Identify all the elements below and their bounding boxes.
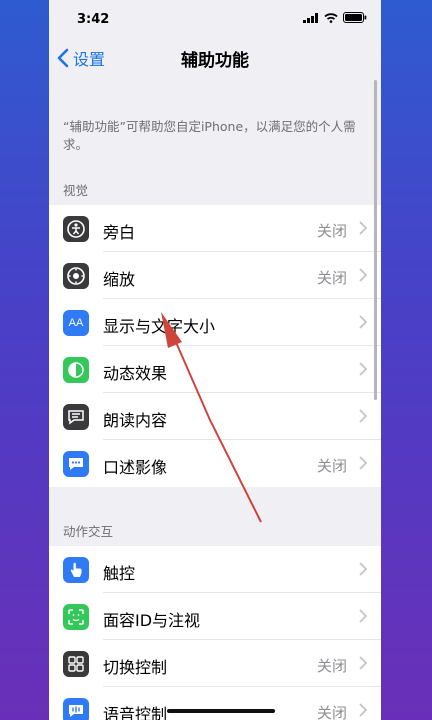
chevron-right-icon — [359, 221, 367, 235]
row-spoken-content[interactable]: 朗读内容 — [49, 393, 381, 440]
row-display-text-size[interactable]: AA 显示与文字大小 — [49, 299, 381, 346]
row-label: 触控 — [103, 564, 136, 583]
row-audio-descriptions[interactable]: 口述影像 关闭 — [49, 440, 381, 487]
spoken-content-icon — [63, 404, 89, 430]
chevron-right-icon — [359, 409, 367, 423]
chevron-right-icon — [359, 268, 367, 282]
section-header-interaction: 动作交互 — [63, 524, 114, 539]
battery-icon — [343, 12, 367, 23]
section-header-vision: 视觉 — [63, 183, 89, 198]
row-label: 口述影像 — [103, 458, 168, 477]
row-label: 朗读内容 — [103, 411, 168, 430]
row-label: 显示与文字大小 — [103, 317, 216, 336]
status-time: 3:42 — [77, 12, 110, 27]
chevron-right-icon — [359, 703, 367, 717]
face-id-icon — [63, 604, 89, 630]
voice-control-icon — [63, 698, 89, 720]
chevron-right-icon — [359, 456, 367, 470]
row-value: 关闭 — [316, 704, 347, 720]
zoom-icon — [63, 263, 89, 289]
row-touch[interactable]: 触控 — [49, 546, 381, 593]
row-label: 旁白 — [103, 223, 136, 242]
row-label: 面容ID与注视 — [103, 611, 201, 630]
home-indicator[interactable] — [167, 709, 275, 713]
row-value: 关闭 — [316, 657, 347, 675]
status-bar: 3:42 — [49, 0, 381, 38]
wifi-icon — [324, 12, 338, 23]
row-face-id-attention[interactable]: 面容ID与注视 — [49, 593, 381, 640]
motion-icon — [63, 357, 89, 383]
scrollbar[interactable] — [374, 80, 377, 400]
audio-description-icon — [63, 451, 89, 477]
touch-icon — [63, 557, 89, 583]
chevron-right-icon — [359, 562, 367, 576]
interaction-group: 触控 面容ID与注视 切换控制 关闭 语音控制 关闭 — [49, 546, 381, 720]
row-switch-control[interactable]: 切换控制 关闭 — [49, 640, 381, 687]
page-title: 辅助功能 — [181, 51, 249, 71]
row-value: 关闭 — [316, 222, 347, 240]
navigation-bar: 设置 辅助功能 — [49, 38, 381, 82]
intro-text: “辅助功能”可帮助您自定iPhone，以满足您的个人需求。 — [63, 119, 356, 152]
switch-control-icon — [63, 651, 89, 677]
vision-group: 旁白 关闭 缩放 关闭 AA 显示与文字大小 动态效果 朗读内容 口述影像 关闭 — [49, 205, 381, 487]
chevron-right-icon — [359, 362, 367, 376]
signal-icon — [303, 12, 318, 23]
row-label: 切换控制 — [103, 658, 168, 677]
row-value: 关闭 — [316, 269, 347, 287]
chevron-right-icon — [359, 656, 367, 670]
row-label: 缩放 — [103, 270, 136, 289]
row-label: 语音控制 — [103, 705, 168, 720]
row-label: 动态效果 — [103, 364, 168, 383]
chevron-right-icon — [359, 315, 367, 329]
chevron-right-icon — [359, 609, 367, 623]
status-icons — [303, 12, 367, 23]
row-voice-control[interactable]: 语音控制 关闭 — [49, 687, 381, 720]
row-value: 关闭 — [316, 457, 347, 475]
row-voiceover[interactable]: 旁白 关闭 — [49, 205, 381, 252]
settings-screen: 3:42 设置 辅助功能 “辅助功能”可帮助您自定iPhone，以满足您的个人需… — [49, 0, 381, 720]
text-size-icon: AA — [63, 310, 89, 336]
row-zoom[interactable]: 缩放 关闭 — [49, 252, 381, 299]
row-motion[interactable]: 动态效果 — [49, 346, 381, 393]
voiceover-icon — [63, 216, 89, 242]
